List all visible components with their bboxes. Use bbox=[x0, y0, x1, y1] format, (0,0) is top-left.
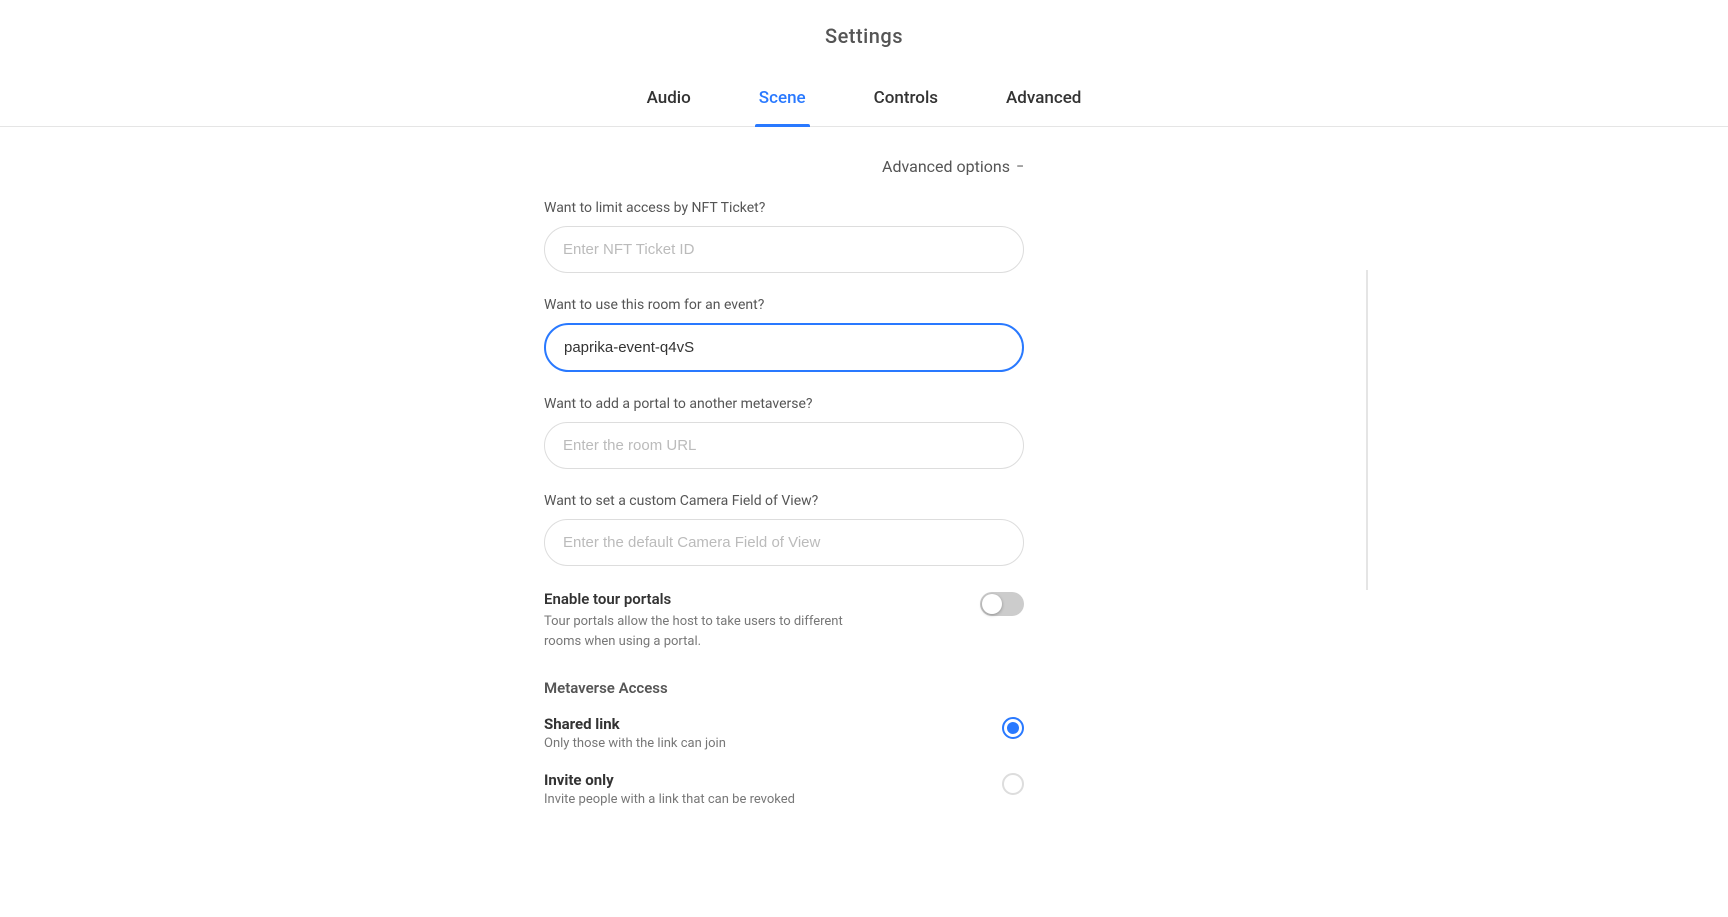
tab-controls[interactable]: Controls bbox=[870, 78, 942, 126]
invite-only-radio[interactable] bbox=[1002, 773, 1024, 795]
tour-portals-text: Enable tour portals Tour portals allow t… bbox=[544, 590, 864, 651]
shared-link-radio[interactable] bbox=[1002, 717, 1024, 739]
tour-portals-section: Enable tour portals Tour portals allow t… bbox=[544, 590, 1024, 651]
shared-link-label: Shared link bbox=[544, 715, 726, 733]
portal-url-input[interactable] bbox=[544, 422, 1024, 469]
nft-ticket-section: Want to limit access by NFT Ticket? bbox=[544, 200, 1024, 273]
tour-portals-row: Enable tour portals Tour portals allow t… bbox=[544, 590, 1024, 651]
shared-link-option: Shared link Only those with the link can… bbox=[544, 715, 1024, 751]
page-title: Settings bbox=[0, 0, 1728, 68]
event-room-section: Want to use this room for an event? bbox=[544, 297, 1024, 372]
tab-advanced[interactable]: Advanced bbox=[1002, 78, 1085, 126]
event-room-label: Want to use this room for an event? bbox=[544, 297, 1024, 313]
tab-scene[interactable]: Scene bbox=[755, 78, 810, 126]
tour-portals-toggle[interactable] bbox=[980, 592, 1024, 616]
tour-portals-description: Tour portals allow the host to take user… bbox=[544, 612, 864, 651]
shared-link-description: Only those with the link can join bbox=[544, 736, 726, 751]
metaverse-access-label: Metaverse Access bbox=[544, 679, 1024, 697]
invite-only-label: Invite only bbox=[544, 771, 795, 789]
invite-only-description: Invite people with a link that can be re… bbox=[544, 792, 795, 807]
tabs-nav: Audio Scene Controls Advanced bbox=[0, 68, 1728, 127]
camera-fov-label: Want to set a custom Camera Field of Vie… bbox=[544, 493, 1024, 509]
advanced-options-toggle[interactable]: Advanced options − bbox=[544, 157, 1024, 176]
nft-ticket-label: Want to limit access by NFT Ticket? bbox=[544, 200, 1024, 216]
advanced-options-label: Advanced options bbox=[882, 157, 1010, 176]
invite-only-option: Invite only Invite people with a link th… bbox=[544, 771, 1024, 807]
event-room-input[interactable] bbox=[544, 323, 1024, 372]
camera-fov-input[interactable] bbox=[544, 519, 1024, 566]
shared-link-text: Shared link Only those with the link can… bbox=[544, 715, 726, 751]
advanced-options-chevron: − bbox=[1016, 159, 1024, 175]
metaverse-access-section: Metaverse Access Shared link Only those … bbox=[544, 679, 1024, 807]
portal-url-section: Want to add a portal to another metavers… bbox=[544, 396, 1024, 469]
tour-portals-label: Enable tour portals bbox=[544, 590, 864, 608]
camera-fov-section: Want to set a custom Camera Field of Vie… bbox=[544, 493, 1024, 566]
portal-url-label: Want to add a portal to another metavers… bbox=[544, 396, 1024, 412]
vertical-divider bbox=[1366, 270, 1368, 590]
nft-ticket-input[interactable] bbox=[544, 226, 1024, 273]
settings-panel: Advanced options − Want to limit access … bbox=[544, 157, 1024, 827]
tab-audio[interactable]: Audio bbox=[643, 78, 695, 126]
content-area: Advanced options − Want to limit access … bbox=[0, 157, 1728, 867]
invite-only-text: Invite only Invite people with a link th… bbox=[544, 771, 795, 807]
